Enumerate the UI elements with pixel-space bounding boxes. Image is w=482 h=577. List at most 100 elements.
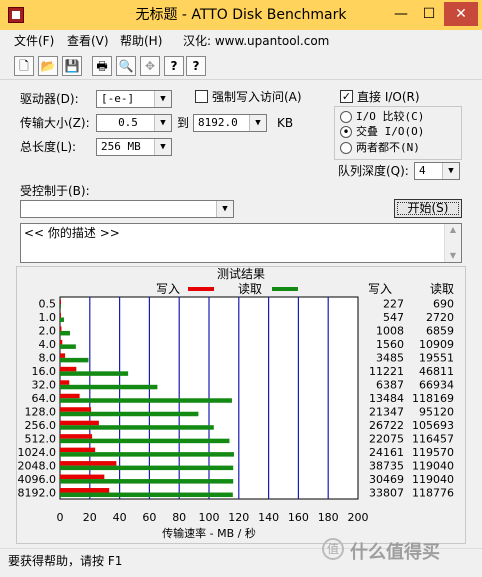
menu-localization[interactable]: 汉化: www.upantool.com <box>183 33 329 49</box>
description-text: << 你的描述 >> <box>24 226 120 240</box>
menu-view[interactable]: 查看(V) <box>67 33 109 49</box>
neither-radio[interactable] <box>340 142 352 154</box>
write-bar <box>60 488 110 493</box>
chevron-down-icon: ▼ <box>154 139 171 155</box>
queue-depth-value: 4 <box>419 164 426 177</box>
write-bar <box>60 461 117 466</box>
maximize-button[interactable]: ☐ <box>416 2 442 26</box>
y-tick-label: 32.0 <box>32 379 57 392</box>
write-value-label: 26722 <box>369 419 404 432</box>
io-compare-radio[interactable] <box>340 111 352 123</box>
status-text: 要获得帮助，请按 F1 <box>8 554 123 568</box>
total-length-value: 256 MB <box>101 140 141 153</box>
overlap-io-label: 交叠 I/O(O) <box>356 125 425 138</box>
transfer-size-label: 传输大小(Z): <box>20 116 90 130</box>
write-bar <box>60 474 105 480</box>
read-bar <box>60 411 199 417</box>
x-tick-label: 0 <box>57 511 64 524</box>
read-value-label: 19551 <box>419 352 454 365</box>
y-tick-label: 256.0 <box>25 419 57 432</box>
legend-label: 写入 <box>156 282 180 296</box>
read-value-label: 119040 <box>412 459 454 472</box>
controlled-by-label: 受控制于(B): <box>20 184 90 198</box>
transfer-to-select[interactable]: 8192.0 ▼ <box>193 114 267 132</box>
write-value-label: 11221 <box>369 365 404 378</box>
y-tick-label: 8192.0 <box>18 486 57 499</box>
start-button[interactable]: 开始(S) <box>394 199 462 218</box>
transfer-from-select[interactable]: 0.5 ▼ <box>96 114 172 132</box>
x-tick-label: 180 <box>318 511 339 524</box>
x-tick-label: 60 <box>142 511 156 524</box>
print-icon[interactable]: 🖶 <box>92 56 112 76</box>
total-length-label: 总长度(L): <box>20 140 77 154</box>
chevron-down-icon: ▼ <box>154 115 171 131</box>
watermark-logo-icon: 值 <box>322 538 344 560</box>
write-bar <box>60 299 61 304</box>
read-bar <box>60 344 76 349</box>
to-label: 到 <box>177 116 190 130</box>
open-folder-icon[interactable]: 📂 <box>38 56 58 76</box>
write-bar <box>60 353 66 358</box>
read-bar <box>60 357 89 363</box>
x-axis-label: 传输速率 - MB / 秒 <box>162 526 256 540</box>
queue-depth-label: 队列深度(Q): <box>338 164 409 178</box>
read-column-header: 读取 <box>430 282 454 296</box>
drive-label: 驱动器(D): <box>20 92 79 106</box>
new-file-icon[interactable]: 🗋 <box>14 56 34 76</box>
read-value-label: 116457 <box>412 432 454 445</box>
write-value-label: 1560 <box>376 338 404 351</box>
x-tick-label: 140 <box>258 511 279 524</box>
scroll-down-icon: ▼ <box>449 251 457 260</box>
read-value-label: 66934 <box>419 379 454 392</box>
read-bar <box>60 304 62 309</box>
description-scrollbar[interactable]: ▲ ▼ <box>444 224 461 262</box>
close-button[interactable]: ✕ <box>444 2 478 26</box>
print-preview-icon[interactable]: 🔍 <box>116 56 136 76</box>
move-icon[interactable]: ✥ <box>140 56 160 76</box>
read-value-label: 118169 <box>412 392 454 405</box>
io-compare-label: I/O 比较(C) <box>356 110 425 123</box>
write-column-header: 写入 <box>368 282 392 296</box>
write-bar <box>60 420 99 426</box>
y-tick-label: 8.0 <box>39 352 57 365</box>
x-tick-label: 120 <box>228 511 249 524</box>
write-bar <box>60 434 93 439</box>
neither-label: 两者都不(N) <box>356 141 420 154</box>
transfer-to-value: 8192.0 <box>198 116 238 129</box>
overlap-io-radio[interactable]: • <box>340 126 352 138</box>
write-value-label: 6387 <box>376 379 404 392</box>
x-tick-label: 80 <box>172 511 186 524</box>
write-bar <box>60 393 80 399</box>
x-tick-label: 40 <box>113 511 127 524</box>
scroll-up-icon: ▲ <box>449 225 457 234</box>
read-value-label: 6859 <box>426 325 454 338</box>
menu-help[interactable]: 帮助(H) <box>120 33 162 49</box>
read-bar <box>60 384 158 390</box>
direct-io-checkbox[interactable]: ✓ <box>340 90 353 103</box>
queue-depth-select[interactable]: 4 ▼ <box>414 162 460 180</box>
y-tick-label: 512.0 <box>25 432 57 445</box>
menu-file[interactable]: 文件(F) <box>14 33 54 49</box>
controlled-by-select[interactable]: ▼ <box>20 200 234 218</box>
direct-io-label: 直接 I/O(R) <box>357 90 420 104</box>
chevron-down-icon: ▼ <box>154 91 171 107</box>
force-write-label: 强制写入访问(A) <box>212 90 302 104</box>
legend-swatch <box>272 287 298 291</box>
write-value-label: 38735 <box>369 459 404 472</box>
read-bar <box>60 330 70 336</box>
write-value-label: 3485 <box>376 352 404 365</box>
write-value-label: 13484 <box>369 392 404 405</box>
help-icon[interactable]: ? <box>164 56 184 76</box>
read-bar <box>60 479 234 484</box>
force-write-checkbox[interactable] <box>195 90 208 103</box>
context-help-icon[interactable]: ? <box>186 56 206 76</box>
total-length-select[interactable]: 256 MB ▼ <box>96 138 172 156</box>
drive-select[interactable]: [-e-] ▼ <box>96 90 172 108</box>
y-tick-label: 1024.0 <box>18 446 57 459</box>
y-tick-label: 2.0 <box>39 325 57 338</box>
read-bar <box>60 452 234 457</box>
save-icon[interactable]: 💾 <box>62 56 82 76</box>
y-tick-label: 16.0 <box>32 365 57 378</box>
minimize-button[interactable]: — <box>388 2 414 26</box>
read-bar <box>60 438 230 444</box>
